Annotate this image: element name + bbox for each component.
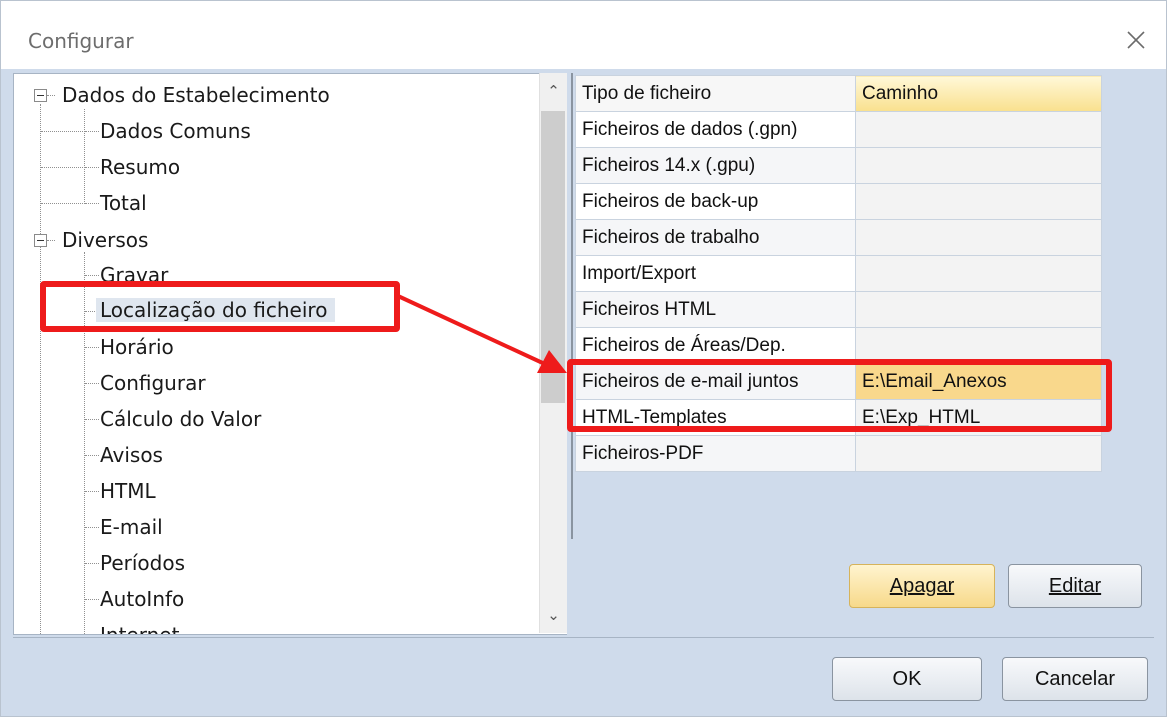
table-row[interactable]: Ficheiros 14.x (.gpu) xyxy=(575,147,1102,184)
cell-path[interactable] xyxy=(855,147,1102,184)
edit-button-label: Editar xyxy=(1048,575,1102,597)
tree-connector xyxy=(85,563,99,564)
tree-connector xyxy=(40,104,41,634)
cell-type[interactable]: Ficheiros de trabalho xyxy=(575,219,856,256)
tree-item-internet[interactable]: Internet xyxy=(100,623,179,634)
tree-item-html[interactable]: HTML xyxy=(100,479,156,503)
table-row[interactable]: Ficheiros-PDF xyxy=(575,435,1102,472)
column-header-path[interactable]: Caminho xyxy=(855,75,1102,112)
tree-connector xyxy=(85,527,99,528)
tree-connector xyxy=(41,167,85,168)
cell-path[interactable] xyxy=(855,291,1102,328)
cell-type[interactable]: Ficheiros de dados (.gpn) xyxy=(575,111,856,148)
table-row[interactable]: Ficheiros de back-up xyxy=(575,183,1102,220)
tree-item-configurar[interactable]: Configurar xyxy=(100,371,206,395)
tree-item-horario[interactable]: Horário xyxy=(100,335,174,359)
cell-path[interactable] xyxy=(855,255,1102,292)
cell-type[interactable]: Import/Export xyxy=(575,255,856,292)
tree-item-resumo[interactable]: Resumo xyxy=(100,155,180,179)
tree-item-autoinfo[interactable]: AutoInfo xyxy=(100,587,184,611)
ok-button-label: OK xyxy=(892,668,922,690)
tree-item-dados-estabelecimento[interactable]: Dados do Estabelecimento xyxy=(62,83,330,107)
tree-connector xyxy=(85,167,99,168)
tree-connector xyxy=(85,203,99,204)
cancel-button-label: Cancelar xyxy=(1034,668,1116,690)
ok-button[interactable]: OK xyxy=(832,657,982,701)
tree-item-email[interactable]: E-mail xyxy=(100,515,163,539)
chevron-down-icon[interactable]: ⌄ xyxy=(540,601,567,629)
cancel-button[interactable]: Cancelar xyxy=(1002,657,1148,701)
tree-connector xyxy=(85,491,99,492)
close-icon[interactable] xyxy=(1119,23,1153,57)
cell-type[interactable]: Ficheiros 14.x (.gpu) xyxy=(575,147,856,184)
scrollbar-thumb[interactable] xyxy=(541,111,565,403)
tree-item-diversos[interactable]: Diversos xyxy=(62,228,148,252)
highlight-box-grid xyxy=(567,359,1112,432)
cell-path[interactable] xyxy=(855,111,1102,148)
grid-header-row: Tipo de ficheiro Caminho xyxy=(575,75,1102,112)
tree-item-periodos[interactable]: Períodos xyxy=(100,551,185,575)
cell-type[interactable]: Ficheiros-PDF xyxy=(575,435,856,472)
table-row[interactable]: Import/Export xyxy=(575,255,1102,292)
tree-connector xyxy=(85,131,99,132)
tree-connector xyxy=(85,599,99,600)
tree-connector xyxy=(85,383,99,384)
cell-path[interactable] xyxy=(855,435,1102,472)
tree-connector xyxy=(85,275,99,276)
tree-connector xyxy=(85,419,99,420)
tree-connector xyxy=(47,240,55,241)
chevron-up-icon[interactable]: ⌃ xyxy=(540,77,567,105)
tree-connector xyxy=(41,131,85,132)
tree-item-total[interactable]: Total xyxy=(100,191,147,215)
tree-connector xyxy=(41,203,85,204)
window-title: Configurar xyxy=(28,29,134,53)
tree-scrollbar[interactable]: ⌃ ⌄ xyxy=(539,73,567,633)
collapse-icon[interactable] xyxy=(34,89,47,102)
highlight-box-tree xyxy=(40,281,400,332)
cell-path[interactable] xyxy=(855,183,1102,220)
title-bar: Configurar xyxy=(1,1,1166,69)
tree-item-avisos[interactable]: Avisos xyxy=(100,443,163,467)
collapse-icon[interactable] xyxy=(34,234,47,247)
cell-path[interactable] xyxy=(855,219,1102,256)
tree-connector xyxy=(84,109,85,204)
table-row[interactable]: Ficheiros HTML xyxy=(575,291,1102,328)
edit-button[interactable]: Editar xyxy=(1008,564,1142,608)
footer-divider xyxy=(13,637,1154,638)
tree-connector xyxy=(85,455,99,456)
settings-tree[interactable]: Dados do Estabelecimento Dados Comuns Re… xyxy=(13,73,567,635)
tree-connector xyxy=(85,347,99,348)
delete-button[interactable]: Apagar xyxy=(849,564,995,608)
table-row[interactable]: Ficheiros de trabalho xyxy=(575,219,1102,256)
table-row[interactable]: Ficheiros de dados (.gpn) xyxy=(575,111,1102,148)
cell-type[interactable]: Ficheiros HTML xyxy=(575,291,856,328)
tree-item-dados-comuns[interactable]: Dados Comuns xyxy=(100,119,251,143)
tree-item-calculo-valor[interactable]: Cálculo do Valor xyxy=(100,407,261,431)
cell-type[interactable]: Ficheiros de back-up xyxy=(575,183,856,220)
tree-connector xyxy=(47,95,55,96)
delete-button-label: Apagar xyxy=(889,575,955,597)
column-header-type[interactable]: Tipo de ficheiro xyxy=(575,75,856,112)
